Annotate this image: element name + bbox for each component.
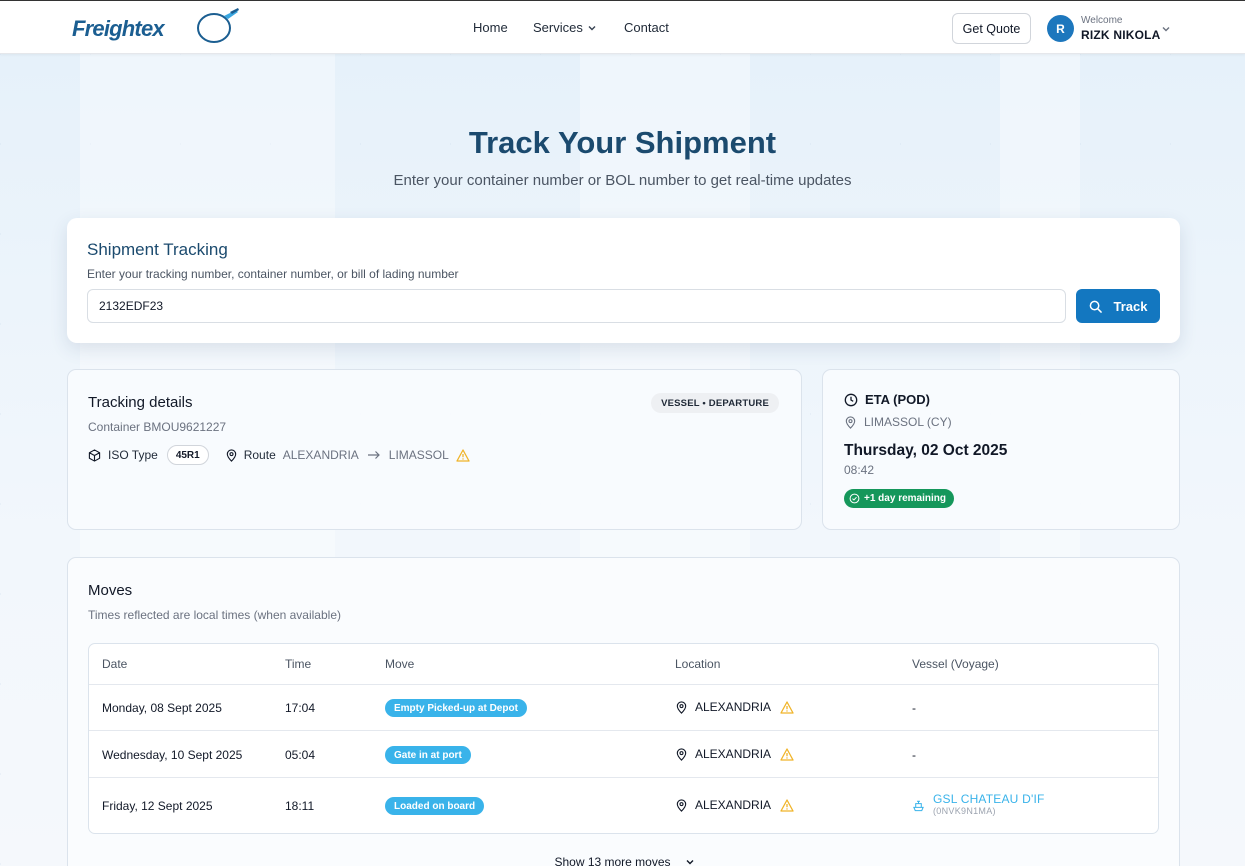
user-name[interactable]: RIZK NIKOLA — [1081, 28, 1161, 42]
track-button-label: Track — [1113, 298, 1148, 314]
box-icon — [88, 448, 101, 462]
page-title: Track Your Shipment — [468, 125, 777, 160]
nav-contact[interactable]: Contact — [624, 20, 669, 35]
check-circle-icon — [849, 493, 860, 504]
days-remaining-badge: +1 day remaining — [844, 489, 954, 508]
show-more-moves-button[interactable]: Show 13 more moves — [68, 855, 1181, 866]
location-pin-icon — [676, 747, 687, 761]
move-vessel: - — [912, 701, 916, 715]
eta-title-row: ETA (POD) — [844, 392, 930, 407]
nav-home[interactable]: Home — [473, 20, 508, 35]
warning-icon[interactable] — [780, 747, 794, 761]
location-pin-icon — [676, 798, 687, 812]
ship-icon — [913, 800, 924, 812]
eta-location: LIMASSOL (CY) — [864, 415, 952, 429]
page-subtitle: Enter your container number or BOL numbe… — [393, 172, 852, 189]
tracking-details-card: Tracking details VESSEL • DEPARTURE Cont… — [67, 369, 802, 530]
move-time: 17:04 — [285, 701, 316, 715]
moves-card: Moves Times reflected are local times (w… — [67, 557, 1180, 866]
status-badge: VESSEL • DEPARTURE — [651, 393, 779, 413]
table-row: Monday, 08 Sept 2025 17:04 Empty Picked-… — [89, 684, 1158, 730]
move-date: Wednesday, 10 Sept 2025 — [102, 748, 243, 762]
move-time: 05:04 — [285, 748, 316, 762]
location-pin-icon — [676, 700, 687, 714]
warning-icon[interactable] — [780, 700, 794, 714]
location-pin-icon — [845, 415, 856, 429]
route-destination: LIMASSOL — [388, 448, 449, 462]
iso-type-badge: 45R1 — [166, 445, 209, 465]
column-header-date: Date — [102, 657, 128, 671]
move-status-badge: Gate in at port — [385, 746, 471, 764]
iso-type-label: ISO Type — [108, 448, 158, 462]
column-header-vessel: Vessel (Voyage) — [912, 657, 999, 671]
table-row: Wednesday, 10 Sept 2025 05:04 Gate in at… — [89, 730, 1158, 777]
nav-contact-label: Contact — [624, 20, 669, 35]
move-date: Monday, 08 Sept 2025 — [102, 701, 222, 715]
moves-table: Date Time Move Location Vessel (Voyage) … — [88, 643, 1159, 834]
nav-home-label: Home — [473, 20, 508, 35]
move-location: ALEXANDRIA — [675, 798, 794, 812]
move-location: ALEXANDRIA — [675, 747, 794, 761]
eta-time: 08:42 — [844, 463, 875, 477]
move-location-label: ALEXANDRIA — [695, 747, 772, 761]
freightex-logo[interactable]: Freightex — [72, 8, 239, 47]
column-header-location: Location — [675, 657, 721, 671]
move-status-badge: Empty Picked-up at Depot — [385, 699, 527, 717]
eta-date: Thursday, 02 Oct 2025 — [844, 442, 1008, 459]
nav-services[interactable]: Services — [533, 20, 597, 35]
search-icon — [1089, 300, 1102, 313]
vessel-name-link[interactable]: GSL CHATEAU D'IF — [933, 792, 1045, 806]
clock-icon — [844, 393, 858, 406]
tracking-card-title: Shipment Tracking — [87, 240, 228, 259]
chevron-down-icon — [588, 25, 596, 30]
eta-location-row: LIMASSOL (CY) — [844, 415, 952, 429]
container-number: Container BMOU9621227 — [88, 420, 227, 434]
logo-text: Freightex — [72, 16, 165, 41]
nav-services-label: Services — [533, 20, 583, 35]
table-row: Friday, 12 Sept 2025 18:11 Loaded on boa… — [89, 777, 1158, 833]
route-label: Route — [243, 448, 276, 462]
chevron-down-icon[interactable] — [1161, 24, 1171, 34]
move-time: 18:11 — [285, 799, 315, 813]
move-location-label: ALEXANDRIA — [695, 798, 772, 812]
avatar[interactable]: R — [1047, 15, 1074, 42]
arrow-right-icon — [367, 451, 380, 459]
column-header-time: Time — [285, 657, 312, 671]
move-status-badge: Loaded on board — [385, 797, 485, 815]
logo-plane-icon — [197, 8, 239, 43]
days-remaining-label: +1 day remaining — [864, 493, 946, 504]
location-pin-icon — [226, 448, 236, 462]
eta-title: ETA (POD) — [865, 392, 930, 407]
move-date: Friday, 12 Sept 2025 — [102, 799, 213, 813]
voyage-number: (0NVK9N1MA) — [933, 806, 996, 816]
track-button[interactable]: Track — [1076, 289, 1160, 323]
details-meta-row: ISO Type 45R1 Route ALEXANDRIA LIMASSOL — [88, 445, 470, 465]
move-vessel[interactable]: GSL CHATEAU D'IF (0NVK9N1MA) — [912, 792, 1045, 816]
get-quote-button[interactable]: Get Quote — [952, 13, 1031, 44]
warning-icon[interactable] — [780, 798, 794, 812]
move-location: ALEXANDRIA — [675, 700, 794, 714]
tracking-details-title: Tracking details — [88, 394, 193, 411]
route-origin: ALEXANDRIA — [282, 448, 359, 462]
welcome-label: Welcome — [1081, 15, 1123, 26]
tracking-card-description: Enter your tracking number, container nu… — [87, 267, 459, 281]
show-more-label: Show 13 more moves — [554, 855, 671, 866]
warning-icon[interactable] — [456, 448, 470, 462]
moves-title: Moves — [88, 582, 133, 599]
eta-card: ETA (POD) LIMASSOL (CY) Thursday, 02 Oct… — [822, 369, 1180, 530]
shipment-tracking-card: Shipment Tracking Enter your tracking nu… — [67, 218, 1180, 343]
vessel-info: GSL CHATEAU D'IF (0NVK9N1MA) — [933, 792, 1045, 816]
chevron-down-icon — [686, 860, 694, 865]
move-vessel: - — [912, 748, 916, 762]
tracking-number-input[interactable] — [87, 289, 1066, 323]
top-navbar: Freightex Home Services Contact Get Quot… — [0, 0, 1245, 54]
column-header-move: Move — [385, 657, 415, 671]
moves-note: Times reflected are local times (when av… — [88, 608, 341, 622]
move-location-label: ALEXANDRIA — [695, 700, 772, 714]
